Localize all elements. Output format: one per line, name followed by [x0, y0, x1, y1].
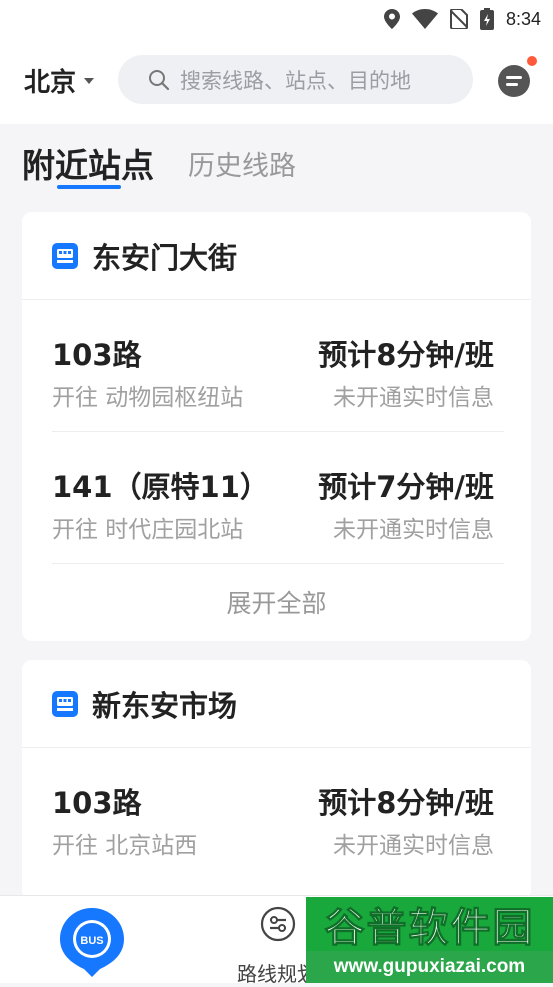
route-direction: 开往 北京站西 [52, 833, 198, 859]
location-icon [383, 9, 400, 29]
route-eta: 预计7分钟/班 [318, 470, 494, 504]
watermark-title: 谷普软件园 [306, 897, 553, 952]
search-placeholder: 搜索线路、站点、目的地 [180, 68, 411, 93]
city-selector[interactable]: 北京 [24, 62, 95, 98]
route-row[interactable]: 141（原特11） 开往 时代庄园北站 预计7分钟/班 未开通实时信息 [52, 432, 504, 564]
bus-stop-icon [52, 690, 78, 717]
tab-bar: 附近站点 历史线路 [0, 124, 553, 200]
search-icon [149, 69, 170, 90]
header: 北京 搜索线路、站点、目的地 [0, 38, 553, 124]
watermark-url: www.gupuxiazai.com [306, 951, 553, 983]
tab-active-indicator [57, 185, 121, 189]
route-direction: 开往 时代庄园北站 [52, 517, 244, 543]
route-realtime-status: 未开通实时信息 [333, 833, 494, 859]
status-bar: 8:34 [0, 0, 553, 38]
search-bar[interactable]: 搜索线路、站点、目的地 [118, 55, 473, 104]
route-direction: 开往 动物园枢纽站 [52, 385, 244, 411]
route-row[interactable]: 103路 开往 北京站西 预计8分钟/班 未开通实时信息 [52, 748, 504, 880]
route-name: 103路 [52, 786, 142, 820]
station-name: 新东安市场 [92, 688, 238, 723]
watermark: 谷普软件园 www.gupuxiazai.com [306, 897, 553, 983]
route-eta: 预计8分钟/班 [318, 786, 494, 820]
bus-badge-label: BUS [80, 935, 103, 947]
notification-dot [527, 56, 537, 66]
station-card: 新东安市场 103路 开往 北京站西 预计8分钟/班 未开通实时信息 [22, 660, 531, 900]
expand-all-button[interactable]: 展开全部 [22, 564, 531, 640]
station-name: 东安门大街 [92, 240, 238, 275]
battery-icon [479, 8, 494, 30]
station-card: 东安门大街 103路 开往 动物园枢纽站 预计8分钟/班 未开通实时信息 141… [22, 212, 531, 641]
message-icon[interactable] [495, 62, 533, 100]
city-name: 北京 [24, 67, 77, 98]
route-planning-icon [260, 906, 296, 942]
route-realtime-status: 未开通实时信息 [333, 385, 494, 411]
tab-nearby-stations[interactable]: 附近站点 [22, 139, 154, 187]
route-name: 141（原特11） [52, 470, 269, 504]
clock: 8:34 [505, 8, 541, 29]
route-realtime-status: 未开通实时信息 [333, 517, 494, 543]
caret-down-icon [84, 78, 95, 84]
route-name: 103路 [52, 338, 142, 372]
station-header[interactable]: 新东安市场 [22, 660, 531, 748]
route-row[interactable]: 103路 开往 动物园枢纽站 预计8分钟/班 未开通实时信息 [52, 300, 504, 432]
station-header[interactable]: 东安门大街 [22, 212, 531, 300]
bus-pin-icon[interactable]: BUS [58, 906, 126, 978]
route-eta: 预计8分钟/班 [318, 338, 494, 372]
tab-history-routes[interactable]: 历史线路 [188, 144, 296, 183]
bus-stop-icon [52, 242, 78, 269]
no-sim-icon [449, 9, 468, 29]
wifi-icon [411, 9, 438, 29]
